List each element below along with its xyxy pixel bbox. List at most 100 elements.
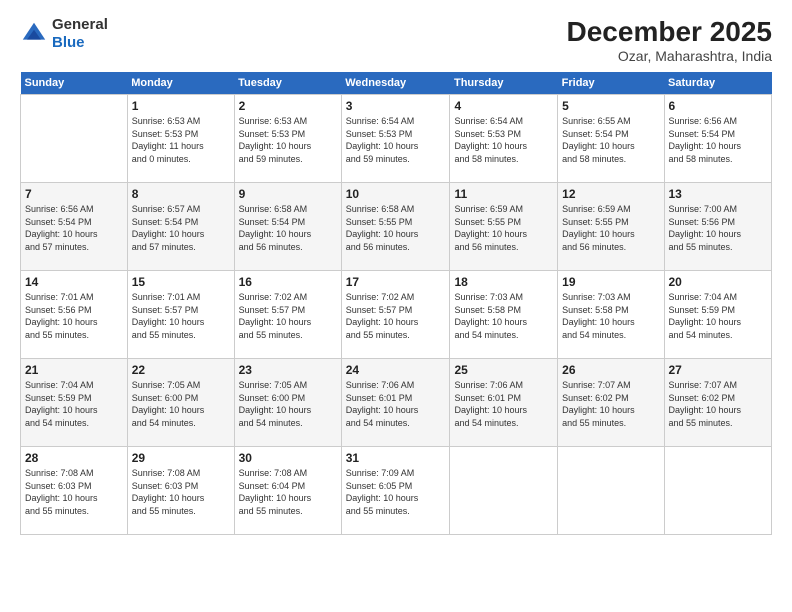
day-number: 3 (346, 99, 446, 113)
day-number: 17 (346, 275, 446, 289)
calendar-cell: 9 Sunrise: 6:58 AMSunset: 5:54 PMDaylight… (234, 183, 341, 271)
calendar-cell: 2Sunrise: 6:53 AMSunset: 5:53 PMDaylight… (234, 95, 341, 183)
day-number: 28 (25, 451, 123, 465)
day-number: 19 (562, 275, 659, 289)
calendar-cell: 28Sunrise: 7:08 AMSunset: 6:03 PMDayligh… (21, 447, 128, 535)
calendar-cell: 12 Sunrise: 6:59 AMSunset: 5:55 PMDayligh… (558, 183, 664, 271)
calendar-cell: 20 Sunrise: 7:04 AMSunset: 5:59 PMDayligh… (664, 271, 772, 359)
calendar-cell: 26Sunrise: 7:07 AMSunset: 6:02 PMDayligh… (558, 359, 664, 447)
calendar-cell: 21 Sunrise: 7:04 AMSunset: 5:59 PMDayligh… (21, 359, 128, 447)
col-tuesday: Tuesday (234, 72, 341, 95)
calendar-cell: 24 Sunrise: 7:06 AMSunset: 6:01 PMDayligh… (341, 359, 450, 447)
calendar-cell: 27 Sunrise: 7:07 AMSunset: 6:02 PMDayligh… (664, 359, 772, 447)
col-saturday: Saturday (664, 72, 772, 95)
day-info: Sunrise: 6:55 AMSunset: 5:54 PMDaylight:… (562, 115, 659, 165)
week-row-3: 21 Sunrise: 7:04 AMSunset: 5:59 PMDayligh… (21, 359, 772, 447)
day-info: Sunrise: 6:59 AMSunset: 5:55 PMDaylight:… (562, 203, 659, 253)
day-info: Sunrise: 7:01 AMSunset: 5:57 PMDaylight:… (132, 291, 230, 341)
logo-general: General (52, 16, 108, 34)
day-number: 11 (454, 187, 553, 201)
day-number: 16 (239, 275, 337, 289)
col-thursday: Thursday (450, 72, 558, 95)
day-info: Sunrise: 7:00 AMSunset: 5:56 PMDaylight:… (669, 203, 768, 253)
calendar-cell: 25Sunrise: 7:06 AMSunset: 6:01 PMDayligh… (450, 359, 558, 447)
day-number: 10 (346, 187, 446, 201)
calendar-cell: 30 Sunrise: 7:08 AMSunset: 6:04 PMDayligh… (234, 447, 341, 535)
day-number: 4 (454, 99, 553, 113)
day-number: 26 (562, 363, 659, 377)
day-info: Sunrise: 7:09 AMSunset: 6:05 PMDaylight:… (346, 467, 446, 517)
day-number: 1 (132, 99, 230, 113)
day-number: 23 (239, 363, 337, 377)
day-info: Sunrise: 7:08 AMSunset: 6:04 PMDaylight:… (239, 467, 337, 517)
calendar-title: December 2025 (567, 16, 772, 48)
calendar-cell: 17 Sunrise: 7:02 AMSunset: 5:57 PMDayligh… (341, 271, 450, 359)
day-info: Sunrise: 7:04 AMSunset: 5:59 PMDaylight:… (25, 379, 123, 429)
calendar-cell: 19 Sunrise: 7:03 AMSunset: 5:58 PMDayligh… (558, 271, 664, 359)
calendar-cell: 4Sunrise: 6:54 AMSunset: 5:53 PMDaylight… (450, 95, 558, 183)
week-row-2: 14 Sunrise: 7:01 AMSunset: 5:56 PMDayligh… (21, 271, 772, 359)
calendar-body: 1 Sunrise: 6:53 AMSunset: 5:53 PMDaylight… (21, 95, 772, 535)
day-info: Sunrise: 6:58 AMSunset: 5:55 PMDaylight:… (346, 203, 446, 253)
calendar-cell: 3Sunrise: 6:54 AMSunset: 5:53 PMDaylight… (341, 95, 450, 183)
calendar-cell: 13 Sunrise: 7:00 AMSunset: 5:56 PMDayligh… (664, 183, 772, 271)
day-info: Sunrise: 7:03 AMSunset: 5:58 PMDaylight:… (562, 291, 659, 341)
calendar-cell (664, 447, 772, 535)
day-info: Sunrise: 7:08 AMSunset: 6:03 PMDaylight:… (132, 467, 230, 517)
day-info: Sunrise: 6:56 AMSunset: 5:54 PMDaylight:… (25, 203, 123, 253)
calendar-table: Sunday Monday Tuesday Wednesday Thursday… (20, 72, 772, 535)
calendar-cell: 31 Sunrise: 7:09 AMSunset: 6:05 PMDayligh… (341, 447, 450, 535)
day-number: 24 (346, 363, 446, 377)
day-number: 13 (669, 187, 768, 201)
day-info: Sunrise: 7:07 AMSunset: 6:02 PMDaylight:… (669, 379, 768, 429)
calendar-cell: 14 Sunrise: 7:01 AMSunset: 5:56 PMDayligh… (21, 271, 128, 359)
calendar-cell: 6Sunrise: 6:56 AMSunset: 5:54 PMDaylight… (664, 95, 772, 183)
day-info: Sunrise: 7:02 AMSunset: 5:57 PMDaylight:… (346, 291, 446, 341)
calendar-cell: 8Sunrise: 6:57 AMSunset: 5:54 PMDaylight… (127, 183, 234, 271)
day-info: Sunrise: 7:02 AMSunset: 5:57 PMDaylight:… (239, 291, 337, 341)
calendar-cell: 18Sunrise: 7:03 AMSunset: 5:58 PMDayligh… (450, 271, 558, 359)
day-info: Sunrise: 6:56 AMSunset: 5:54 PMDaylight:… (669, 115, 768, 165)
day-info: Sunrise: 7:04 AMSunset: 5:59 PMDaylight:… (669, 291, 768, 341)
day-number: 14 (25, 275, 123, 289)
day-info: Sunrise: 6:58 AMSunset: 5:54 PMDaylight:… (239, 203, 337, 253)
calendar-subtitle: Ozar, Maharashtra, India (567, 48, 772, 64)
day-info: Sunrise: 7:06 AMSunset: 6:01 PMDaylight:… (454, 379, 553, 429)
day-number: 20 (669, 275, 768, 289)
day-info: Sunrise: 6:53 AMSunset: 5:53 PMDaylight:… (132, 115, 230, 165)
header: General Blue December 2025 Ozar, Maharas… (20, 16, 772, 64)
day-number: 15 (132, 275, 230, 289)
day-info: Sunrise: 6:59 AMSunset: 5:55 PMDaylight:… (454, 203, 553, 253)
calendar-cell: 5 Sunrise: 6:55 AMSunset: 5:54 PMDaylight… (558, 95, 664, 183)
day-number: 5 (562, 99, 659, 113)
calendar-cell: 11 Sunrise: 6:59 AMSunset: 5:55 PMDayligh… (450, 183, 558, 271)
calendar-cell: 23 Sunrise: 7:05 AMSunset: 6:00 PMDayligh… (234, 359, 341, 447)
day-number: 12 (562, 187, 659, 201)
day-number: 30 (239, 451, 337, 465)
header-row: Sunday Monday Tuesday Wednesday Thursday… (21, 72, 772, 95)
day-info: Sunrise: 7:06 AMSunset: 6:01 PMDaylight:… (346, 379, 446, 429)
col-sunday: Sunday (21, 72, 128, 95)
calendar-cell: 22Sunrise: 7:05 AMSunset: 6:00 PMDayligh… (127, 359, 234, 447)
day-info: Sunrise: 7:01 AMSunset: 5:56 PMDaylight:… (25, 291, 123, 341)
week-row-1: 7 Sunrise: 6:56 AMSunset: 5:54 PMDaylight… (21, 183, 772, 271)
calendar-cell: 29Sunrise: 7:08 AMSunset: 6:03 PMDayligh… (127, 447, 234, 535)
logo-blue: Blue (52, 34, 108, 52)
day-number: 9 (239, 187, 337, 201)
day-number: 21 (25, 363, 123, 377)
col-monday: Monday (127, 72, 234, 95)
calendar-cell (21, 95, 128, 183)
day-number: 7 (25, 187, 123, 201)
day-info: Sunrise: 6:57 AMSunset: 5:54 PMDaylight:… (132, 203, 230, 253)
day-number: 27 (669, 363, 768, 377)
col-wednesday: Wednesday (341, 72, 450, 95)
day-number: 31 (346, 451, 446, 465)
week-row-0: 1 Sunrise: 6:53 AMSunset: 5:53 PMDaylight… (21, 95, 772, 183)
calendar-cell (450, 447, 558, 535)
calendar-cell (558, 447, 664, 535)
calendar-header: Sunday Monday Tuesday Wednesday Thursday… (21, 72, 772, 95)
day-info: Sunrise: 7:05 AMSunset: 6:00 PMDaylight:… (239, 379, 337, 429)
logo: General Blue (20, 16, 108, 52)
day-number: 18 (454, 275, 553, 289)
calendar-cell: 10 Sunrise: 6:58 AMSunset: 5:55 PMDayligh… (341, 183, 450, 271)
